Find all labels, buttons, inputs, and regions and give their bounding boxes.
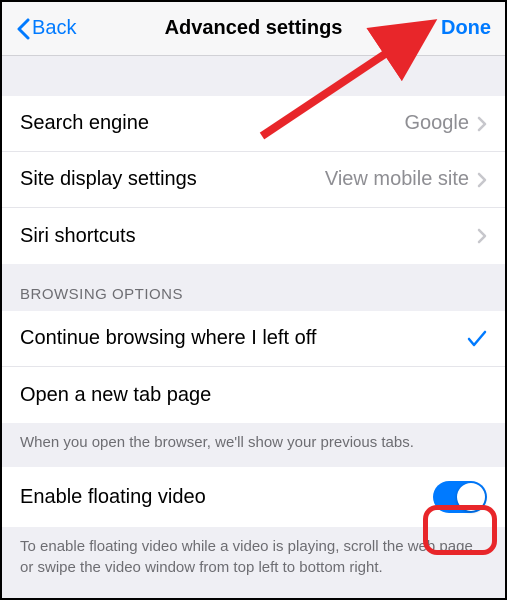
- continue-browsing-label: Continue browsing where I left off: [20, 327, 316, 350]
- done-button[interactable]: Done: [441, 17, 491, 40]
- general-group: Search engine Google Site display settin…: [2, 96, 505, 264]
- search-engine-value: Google: [405, 112, 470, 135]
- continue-browsing-row[interactable]: Continue browsing where I left off: [2, 311, 505, 367]
- new-tab-label: Open a new tab page: [20, 384, 211, 407]
- browsing-footer: When you open the browser, we'll show yo…: [2, 423, 505, 467]
- site-display-value: View mobile site: [325, 168, 469, 191]
- siri-shortcuts-label: Siri shortcuts: [20, 225, 136, 248]
- chevron-right-icon: [477, 228, 487, 244]
- page-title: Advanced settings: [165, 17, 343, 40]
- site-display-label: Site display settings: [20, 168, 197, 191]
- floating-video-row: Enable floating video: [2, 467, 505, 527]
- back-label: Back: [32, 17, 76, 40]
- chevron-right-icon: [477, 116, 487, 132]
- chevron-left-icon: [16, 18, 30, 40]
- search-engine-row[interactable]: Search engine Google: [2, 96, 505, 152]
- siri-shortcuts-row[interactable]: Siri shortcuts: [2, 208, 505, 264]
- spacer: [2, 56, 505, 96]
- floating-footer: To enable floating video while a video i…: [2, 527, 505, 592]
- back-button[interactable]: Back: [16, 17, 76, 40]
- row-right: Google: [405, 112, 488, 135]
- navbar: Back Advanced settings Done: [2, 2, 505, 56]
- switch-knob: [457, 483, 485, 511]
- floating-video-label: Enable floating video: [20, 486, 206, 509]
- floating-video-toggle[interactable]: [433, 481, 487, 513]
- checkmark-icon: [467, 330, 487, 348]
- row-right: [477, 228, 487, 244]
- new-tab-row[interactable]: Open a new tab page: [2, 367, 505, 423]
- row-right: View mobile site: [325, 168, 487, 191]
- browsing-options-header: BROWSING OPTIONS: [2, 264, 505, 311]
- chevron-right-icon: [477, 172, 487, 188]
- site-display-row[interactable]: Site display settings View mobile site: [2, 152, 505, 208]
- browsing-group: Continue browsing where I left off Open …: [2, 311, 505, 423]
- search-engine-label: Search engine: [20, 112, 149, 135]
